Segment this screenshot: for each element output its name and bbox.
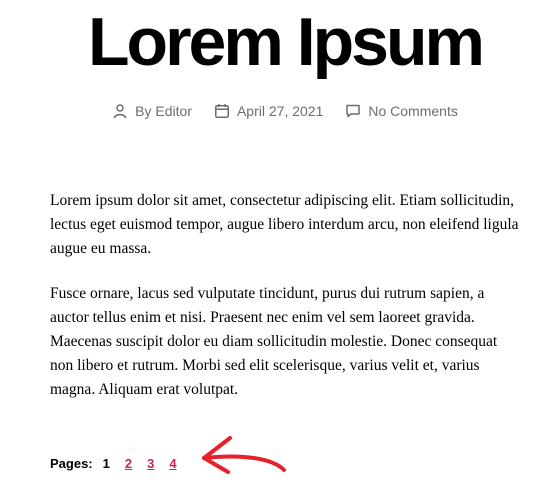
post-title: Lorem Ipsum: [88, 4, 485, 80]
content-paragraph-2: Fusce ornare, lacus sed vulputate tincid…: [50, 285, 498, 398]
meta-date: April 27, 2021: [214, 103, 323, 119]
content-paragraph-1: Lorem ipsum dolor sit amet, consectetur …: [50, 192, 519, 257]
comment-bubble-icon: [346, 104, 361, 118]
meta-author: By Editor: [112, 103, 192, 119]
calendar-icon: [214, 104, 229, 118]
author-link[interactable]: By Editor: [135, 103, 192, 119]
post-content: Lorem ipsum dolor sit amet, consectetur …: [50, 189, 520, 423]
meta-comments: No Comments: [345, 103, 458, 119]
current-page: 1: [102, 456, 110, 471]
page-link-3[interactable]: 3: [147, 456, 154, 471]
page-link-2[interactable]: 2: [125, 456, 132, 471]
post-meta: By Editor April 27, 2021 No Comments: [0, 103, 550, 119]
curved-arrow-icon: [202, 436, 286, 474]
pages-label: Pages:: [50, 456, 93, 471]
page-link-4[interactable]: 4: [169, 456, 176, 471]
date-link[interactable]: April 27, 2021: [237, 103, 323, 119]
page-links: Pages: 1 2 3 4: [50, 456, 192, 471]
person-icon: [113, 104, 127, 119]
comments-link[interactable]: No Comments: [368, 103, 457, 119]
